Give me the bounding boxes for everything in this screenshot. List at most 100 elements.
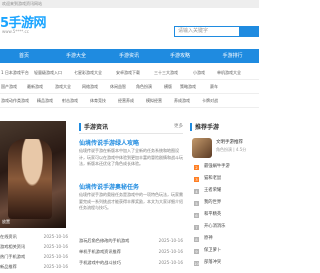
rank-item[interactable]: 7 开心消消乐: [190, 222, 259, 234]
section-title: 推荐手游: [195, 124, 220, 131]
game-name: 文明手游推荐: [216, 140, 243, 145]
rank-number: 2: [194, 165, 199, 170]
rank-number: 3: [194, 177, 199, 182]
subnav-link[interactable]: 角色扮演: [136, 80, 152, 93]
rank-item[interactable]: 10 部落冲突: [190, 258, 259, 270]
subnav-link[interactable]: 养成游戏: [174, 94, 190, 107]
subnav-link[interactable]: 1 日本游戏平台: [1, 66, 29, 79]
rank-item[interactable]: 5 我的世界: [190, 198, 259, 210]
logo-url: www.5****.cc: [2, 29, 29, 34]
top-bar-text: 欢迎来到游戏资讯网站: [2, 1, 42, 6]
rank-item[interactable]: 6 和平精英: [190, 210, 259, 222]
article-headline[interactable]: 仙境传说手游奥秘任务: [79, 182, 139, 191]
rank-item[interactable]: 2 最强蜗牛手游: [190, 162, 259, 174]
rank-label: 原神: [204, 236, 213, 241]
nav-guides[interactable]: 手游攻略: [154, 49, 206, 63]
section-accent-bar: [79, 123, 81, 131]
subnav-link[interactable]: 射击游戏: [62, 94, 78, 107]
rank-label: 我的世界: [204, 200, 222, 205]
list-item-title: 在线资讯: [0, 234, 17, 239]
subnav-link[interactable]: 游戏大全: [55, 80, 71, 93]
featured-article[interactable]: 仙境传说手游绿人攻略 仙境传说手游在新版本中加入了全新的任务系统和地图设计，玩家…: [79, 138, 183, 186]
list-item-date: 2025-10-16: [43, 244, 68, 249]
subnav-link[interactable]: 赛车: [210, 80, 218, 93]
subnav-link[interactable]: 休闲益智: [110, 80, 126, 93]
rank-item[interactable]: 9 保卫萝卜: [190, 246, 259, 258]
list-item[interactable]: 热门手机游戏 2025-10-16: [0, 252, 68, 262]
rank-label: 开心消消乐: [204, 224, 226, 229]
rank-label: 王者荣耀: [204, 188, 222, 193]
list-item-date: 2025-10-16: [158, 238, 183, 243]
list-item[interactable]: 手机游戏中的战斗技巧 2025-10-16: [79, 258, 183, 268]
news-section-header: 手游资讯 更多: [79, 121, 183, 134]
more-link[interactable]: 更多: [174, 123, 183, 129]
featured-article[interactable]: 仙境传说手游奥秘任务 仙境传说手游的奥秘任务是游戏中的一项特色玩法，玩家需要完成…: [79, 182, 183, 230]
nav-home[interactable]: 首页: [0, 49, 48, 63]
subnav-link[interactable]: 模拟经营: [146, 94, 162, 107]
rank-number: 5: [194, 201, 199, 206]
subnav-link[interactable]: 卡牌对战: [202, 94, 218, 107]
rank-number: 9: [194, 249, 199, 254]
recommend-top-item[interactable]: 文明手游推荐 角色扮演 | 4.5分: [190, 137, 259, 159]
subnav-link[interactable]: 安卓游戏下载: [116, 66, 140, 79]
game-thumbnail: [192, 138, 212, 158]
list-item[interactable]: 游玩后角色修改的手机游戏 2025-10-16: [79, 236, 183, 246]
rank-number: 10: [194, 261, 199, 266]
subnav-link[interactable]: 单机游戏大全: [217, 66, 241, 79]
recommend-section-header: 推荐手游: [190, 121, 259, 133]
hero-character-image: [8, 139, 52, 219]
rank-label: 和平精英: [204, 212, 222, 217]
nav-ranking[interactable]: 手游排行: [206, 49, 259, 63]
rank-number: 7: [194, 225, 199, 230]
subnav-link[interactable]: 七星彩游戏大全: [74, 66, 102, 79]
subnav-link[interactable]: 横版: [164, 80, 172, 93]
subnav-link[interactable]: 网络游戏: [82, 80, 98, 93]
subnav-link[interactable]: 国产游戏: [1, 80, 17, 93]
list-item-title: 单机手机游戏资讯推荐: [79, 249, 121, 254]
subnav-link[interactable]: 轻量级游戏入口: [34, 66, 62, 79]
rank-label: 保卫萝卜: [204, 248, 222, 253]
rank-label: 最强蜗牛手游: [204, 164, 230, 169]
game-meta: 角色扮演 | 4.5分: [216, 147, 247, 152]
list-item-title: 游玩后角色修改的手机游戏: [79, 238, 130, 243]
list-item[interactable]: 新品推荐 2025-10-16: [0, 262, 68, 272]
rank-number: 4: [194, 189, 199, 194]
section-title: 手游资讯: [84, 124, 109, 131]
subnav-row-3: 游戏动作类游戏 精品游戏 射击游戏 体育竞技 经营养成 模拟经营 养成游戏 卡牌…: [0, 94, 259, 108]
nav-news[interactable]: 手游资讯: [104, 49, 154, 63]
subnav-link[interactable]: 最新游戏: [27, 80, 43, 93]
subnav-link[interactable]: 经营养成: [118, 94, 134, 107]
list-item-title: 新品推荐: [0, 264, 17, 269]
list-item[interactable]: 在线资讯 2025-10-16: [0, 232, 68, 242]
rank-item[interactable]: 4 王者荣耀: [190, 186, 259, 198]
subnav-link[interactable]: 小游戏: [193, 66, 205, 79]
subnav-link[interactable]: 精品游戏: [37, 94, 53, 107]
rank-item[interactable]: 8 原神: [190, 234, 259, 246]
list-item-title: 热门手机游戏: [0, 254, 26, 259]
top-bar: 欢迎来到游戏资讯网站: [0, 0, 259, 8]
list-item-title: 游戏相关资讯: [0, 244, 26, 249]
subnav-row-1: 1 日本游戏平台 轻量级游戏入口 七星彩游戏大全 安卓游戏下载 三十三大游戏 小…: [0, 66, 259, 80]
subnav-link[interactable]: 策略游戏: [180, 80, 196, 93]
subnav-link[interactable]: 体育竞技: [90, 94, 106, 107]
main-nav: 首页 手游大全 手游资讯 手游攻略 手游排行: [0, 49, 259, 63]
site-logo[interactable]: 5手游网 www.5****.cc: [0, 12, 120, 42]
list-item[interactable]: 游戏相关资讯 2025-10-16: [0, 242, 68, 252]
rank-label: 猫和老鼠: [204, 176, 222, 181]
article-summary: 仙境传说手游在新版本中加入了全新的任务系统和地图设计，玩家可以在游戏中体验到更加…: [79, 148, 183, 166]
nav-games[interactable]: 手游大全: [48, 49, 104, 63]
rank-number: 8: [194, 237, 199, 242]
section-accent-bar: [190, 123, 192, 131]
article-headline[interactable]: 仙境传说手游绿人攻略: [79, 138, 139, 147]
list-item-date: 2025-10-16: [43, 254, 68, 259]
search-button[interactable]: [240, 26, 259, 37]
list-item[interactable]: 单机手机游戏资讯推荐 2025-10-16: [79, 247, 183, 257]
list-item-title: 手机游戏中的战斗技巧: [79, 260, 121, 265]
list-item-date: 2025-10-16: [43, 264, 68, 269]
search-input[interactable]: 请输入关键字: [174, 26, 240, 37]
subnav-link[interactable]: 游戏动作类游戏: [1, 94, 29, 107]
list-item-date: 2025-10-16: [158, 260, 183, 265]
subnav-link[interactable]: 三十三大游戏: [154, 66, 178, 79]
hero-banner[interactable]: 放置: [0, 121, 66, 228]
rank-item[interactable]: 3 猫和老鼠: [190, 174, 259, 186]
